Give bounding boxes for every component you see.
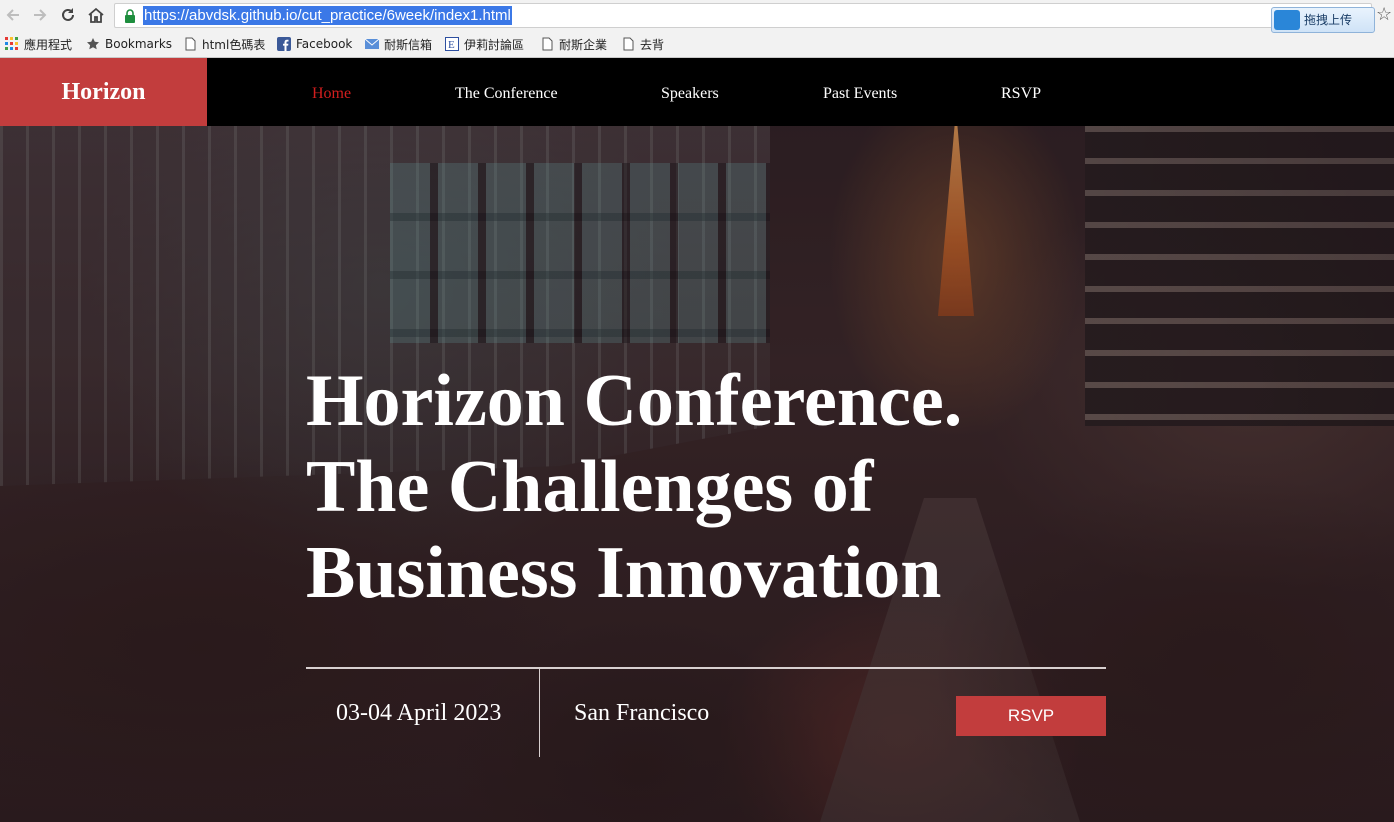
home-button[interactable] xyxy=(85,4,107,26)
web-page: Horizon Home The Conference Speakers Pas… xyxy=(0,58,1394,822)
reload-icon xyxy=(62,8,74,21)
headline-line: Business Innovation xyxy=(306,532,942,614)
page-icon xyxy=(542,37,553,51)
lock-icon xyxy=(125,9,135,23)
browser-toolbar: https://abvdsk.github.io/cut_practice/6w… xyxy=(0,0,1394,33)
event-location: San Francisco xyxy=(574,700,710,726)
bookmark-label: html色碼表 xyxy=(202,37,266,52)
extension-label: 拖拽上传 xyxy=(1304,13,1353,27)
back-button[interactable] xyxy=(2,4,24,26)
nav-past-events[interactable]: Past Events xyxy=(823,85,897,103)
site-logo[interactable]: Horizon xyxy=(0,58,207,126)
site-header: Horizon Home The Conference Speakers Pas… xyxy=(0,58,1394,126)
nav-speakers[interactable]: Speakers xyxy=(661,85,719,103)
bookmark-remove-bg[interactable]: 去背 xyxy=(621,36,664,52)
forward-button[interactable] xyxy=(29,4,51,26)
event-date: 03-04 April 2023 xyxy=(336,700,502,726)
hero-vertical-divider xyxy=(539,669,540,757)
upload-extension-button[interactable]: 拖拽上传 xyxy=(1271,7,1375,33)
bookmarks-bar: 應用程式 Bookmarks html色碼表 Facebook 耐斯信箱 E 伊… xyxy=(0,31,1394,58)
arrow-left-icon xyxy=(6,9,19,21)
apps-grid-icon xyxy=(5,37,18,50)
address-bar[interactable]: https://abvdsk.github.io/cut_practice/6w… xyxy=(114,3,1372,28)
bookmark-label: Facebook xyxy=(296,37,353,51)
bookmark-forum[interactable]: E 伊莉討論區 xyxy=(445,36,524,52)
bookmark-html-colors[interactable]: html色碼表 xyxy=(183,36,265,52)
rsvp-button[interactable]: RSVP xyxy=(956,696,1106,736)
nav-rsvp[interactable]: RSVP xyxy=(1001,85,1041,103)
bookmark-label: Bookmarks xyxy=(105,37,173,51)
hero-divider xyxy=(306,667,1106,669)
url-text[interactable]: https://abvdsk.github.io/cut_practice/6w… xyxy=(143,6,512,25)
arrow-right-icon xyxy=(34,9,47,21)
hero-headline: Horizon Conference. The Challenges of Bu… xyxy=(306,358,1066,616)
cloud-upload-icon xyxy=(1274,10,1300,30)
headline-line: The Challenges of xyxy=(306,446,874,528)
bookmark-apps[interactable]: 應用程式 xyxy=(5,36,72,52)
bookmark-label: 去背 xyxy=(640,37,665,52)
nav-home[interactable]: Home xyxy=(312,85,351,103)
page-icon xyxy=(185,37,196,51)
svg-text:E: E xyxy=(448,39,455,51)
facebook-icon xyxy=(277,37,291,51)
nav-the-conference[interactable]: The Conference xyxy=(455,85,558,103)
home-icon xyxy=(88,7,104,23)
headline-line: Horizon Conference. xyxy=(306,360,963,442)
mail-icon xyxy=(365,38,379,49)
bookmark-mail[interactable]: 耐斯信箱 xyxy=(365,36,432,52)
bookmark-bookmarks[interactable]: Bookmarks xyxy=(86,36,172,52)
forum-e-icon: E xyxy=(445,37,459,51)
bookmark-star-icon[interactable]: ☆ xyxy=(1376,3,1392,25)
page-icon xyxy=(623,37,634,51)
bookmark-facebook[interactable]: Facebook xyxy=(277,36,352,52)
bookmark-label: 伊莉討論區 xyxy=(464,37,525,52)
bookmark-company[interactable]: 耐斯企業 xyxy=(540,36,607,52)
logo-text: Horizon xyxy=(61,78,146,105)
bookmark-label: 應用程式 xyxy=(24,37,73,52)
bookmark-label: 耐斯企業 xyxy=(559,37,608,52)
star-folder-icon xyxy=(87,38,99,50)
bookmark-label: 耐斯信箱 xyxy=(384,37,433,52)
reload-button[interactable] xyxy=(57,4,79,26)
